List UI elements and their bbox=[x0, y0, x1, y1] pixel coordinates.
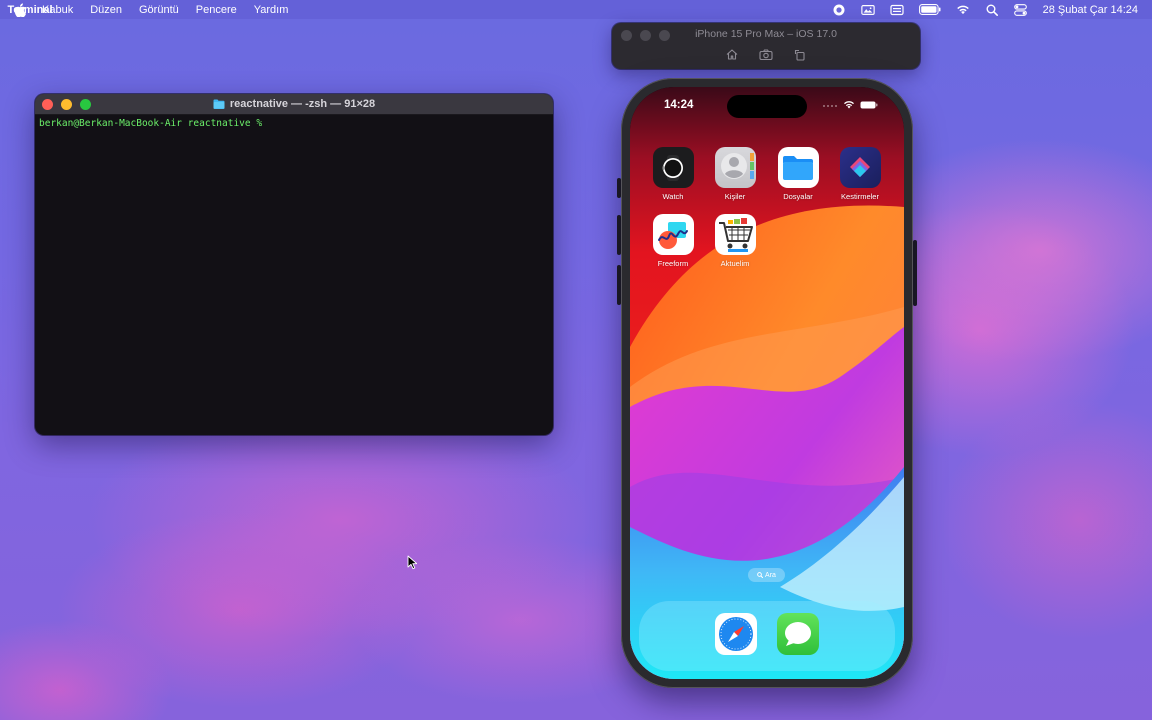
mouse-cursor-icon bbox=[407, 555, 417, 570]
screen-mirror-icon[interactable] bbox=[860, 4, 875, 16]
folder-icon bbox=[213, 99, 225, 109]
dynamic-island bbox=[727, 95, 807, 118]
menu-bar-status-area: 28 Şubat Çar 14:24 bbox=[832, 0, 1138, 19]
search-icon bbox=[757, 572, 764, 578]
app-label: Aktuelim bbox=[720, 259, 750, 268]
ios-status-time: 14:24 bbox=[664, 99, 694, 111]
app-watch[interactable]: Watch bbox=[643, 147, 703, 201]
menu-pencere[interactable]: Pencere bbox=[196, 4, 237, 16]
cellular-signal-icon bbox=[823, 104, 837, 107]
menu-goruntu[interactable]: Görüntü bbox=[139, 4, 179, 16]
terminal-titlebar[interactable]: reactnative — -zsh — 91×28 bbox=[35, 94, 553, 115]
home-icon[interactable] bbox=[725, 48, 739, 61]
safari-icon[interactable] bbox=[715, 613, 757, 655]
rotate-icon[interactable] bbox=[793, 48, 807, 61]
contacts-icon bbox=[714, 147, 756, 188]
app-freeform[interactable]: Freeform bbox=[643, 214, 703, 268]
terminal-output[interactable]: berkan@Berkan-MacBook-Air reactnative % bbox=[35, 115, 553, 132]
app-shortcuts[interactable]: Kestirmeler bbox=[830, 147, 890, 201]
control-center-icon[interactable] bbox=[1014, 3, 1028, 16]
menu-app-terminal[interactable]: Terminal bbox=[0, 4, 60, 16]
spotlight-icon[interactable] bbox=[985, 4, 999, 16]
menu-bar-clock[interactable]: 28 Şubat Çar 14:24 bbox=[1043, 4, 1138, 16]
simulator-tools bbox=[612, 48, 920, 61]
app-label: Kestirmeler bbox=[841, 192, 879, 201]
menu-duzen[interactable]: Düzen bbox=[90, 4, 122, 16]
app-label: Dosyalar bbox=[783, 192, 813, 201]
terminal-prompt: berkan@Berkan-MacBook-Air reactnative % bbox=[39, 118, 263, 129]
search-label: Ara bbox=[765, 571, 776, 579]
minimize-button[interactable] bbox=[61, 99, 72, 110]
simulator-title: iPhone 15 Pro Max – iOS 17.0 bbox=[695, 28, 837, 40]
watch-icon bbox=[652, 147, 694, 188]
phone-side-button[interactable] bbox=[913, 240, 917, 306]
battery-icon[interactable] bbox=[918, 4, 941, 16]
app-label: Kişiler bbox=[724, 192, 746, 201]
menu-yardim[interactable]: Yardım bbox=[254, 4, 289, 16]
app-contacts[interactable]: Kişiler bbox=[705, 147, 765, 201]
ios-dock bbox=[639, 601, 895, 671]
maximize-button[interactable] bbox=[80, 99, 91, 110]
wifi-icon[interactable] bbox=[956, 4, 970, 16]
menu-bar: Terminal Kabuk Düzen Görüntü Pencere Yar… bbox=[0, 0, 1152, 19]
simulator-window-titlebar[interactable]: iPhone 15 Pro Max – iOS 17.0 bbox=[612, 23, 920, 69]
messages-icon[interactable] bbox=[777, 613, 819, 655]
terminal-title: reactnative — -zsh — 91×28 bbox=[213, 98, 375, 110]
ios-battery-icon bbox=[860, 101, 878, 108]
spotlight-search-button[interactable]: Ara bbox=[748, 568, 785, 582]
iphone-simulator: 14:24 Watch Kişiler Dosyalar Kestirmeler… bbox=[621, 78, 913, 688]
app-files[interactable]: Dosyalar bbox=[768, 147, 828, 201]
screen-record-icon[interactable] bbox=[832, 4, 846, 16]
app-label: Freeform bbox=[657, 259, 689, 268]
freeform-icon bbox=[652, 214, 694, 255]
window-controls bbox=[42, 99, 91, 110]
terminal-window[interactable]: reactnative — -zsh — 91×28 berkan@Berkan… bbox=[35, 94, 553, 435]
keyboard-icon[interactable] bbox=[889, 4, 904, 16]
shopping-cart-icon bbox=[714, 214, 756, 255]
screenshot-icon[interactable] bbox=[759, 48, 773, 61]
app-aktuelim[interactable]: Aktuelim bbox=[705, 214, 765, 268]
close-button[interactable] bbox=[42, 99, 53, 110]
files-icon bbox=[777, 147, 819, 188]
iphone-screen[interactable]: 14:24 Watch Kişiler Dosyalar Kestirmeler… bbox=[630, 87, 904, 679]
ios-status-icons bbox=[822, 100, 878, 109]
shortcuts-icon bbox=[839, 147, 881, 188]
ios-wifi-icon bbox=[844, 101, 854, 109]
terminal-title-text: reactnative — -zsh — 91×28 bbox=[229, 98, 376, 110]
app-label: Watch bbox=[662, 192, 684, 201]
